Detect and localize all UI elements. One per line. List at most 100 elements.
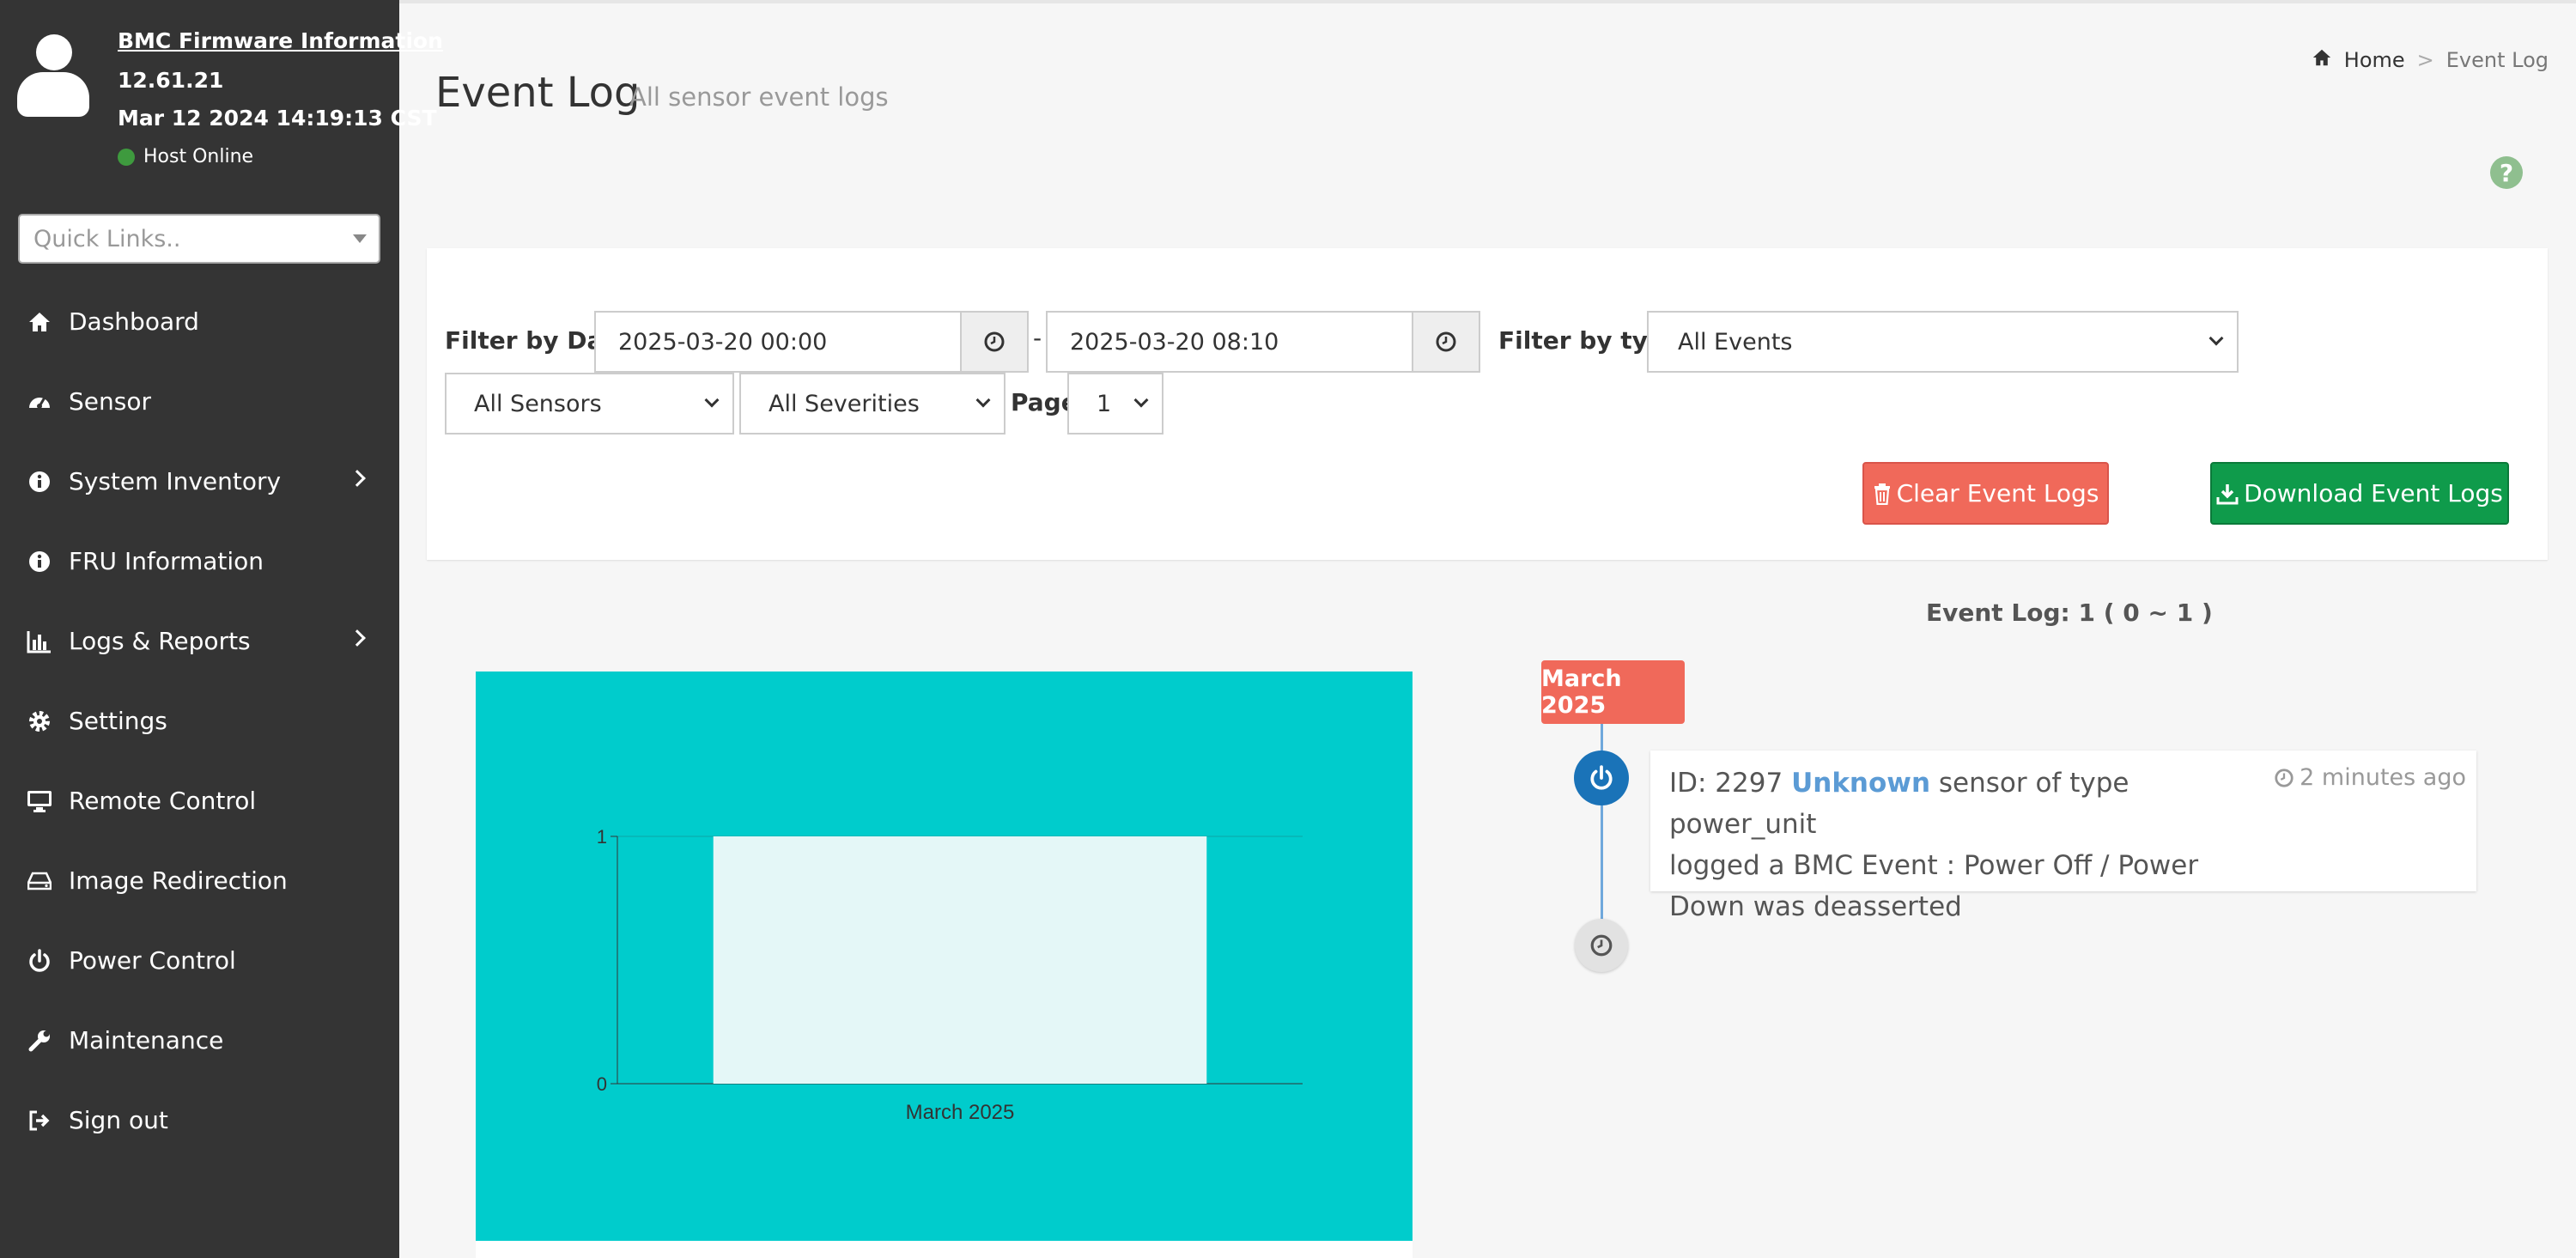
chevron-right-icon <box>349 629 366 647</box>
event-chart-svg: 0 1 March 2025 <box>597 826 1303 1124</box>
sidebar-item-sign-out[interactable]: Sign out <box>0 1080 399 1160</box>
page-value: 1 <box>1097 390 1112 417</box>
sidebar-nav: Dashboard Sensor System Inventory FRU In… <box>0 282 399 1160</box>
severity-value: All Severities <box>769 390 920 417</box>
event-message: ID: 2297 Unknown sensor of type power_un… <box>1669 763 2270 927</box>
event-time: 2 minutes ago <box>2274 764 2466 791</box>
download-event-logs-button[interactable]: Download Event Logs <box>2210 462 2509 525</box>
sidebar-item-maintenance[interactable]: Maintenance <box>0 1000 399 1080</box>
sidebar-item-label: Dashboard <box>69 307 199 336</box>
sidebar-item-settings[interactable]: Settings <box>0 681 399 761</box>
gear-icon <box>26 708 53 735</box>
power-icon <box>1574 751 1629 805</box>
home-icon <box>2312 48 2332 72</box>
event-description: logged a BMC Event : Power Off / Power D… <box>1669 850 2199 922</box>
firmware-info-link[interactable]: BMC Firmware Information <box>118 28 443 53</box>
firmware-date: Mar 12 2024 14:19:13 CST <box>118 106 437 131</box>
y-tick-label: 0 <box>597 1073 607 1095</box>
sidebar-item-label: System Inventory <box>69 467 282 495</box>
clock-icon <box>984 331 1005 352</box>
date-range-separator: - <box>1033 324 1042 352</box>
breadcrumb-separator: > <box>2416 48 2434 72</box>
sidebar-item-dashboard[interactable]: Dashboard <box>0 282 399 362</box>
quick-links-placeholder: Quick Links.. <box>33 226 181 252</box>
event-type-value: All Events <box>1678 328 1793 356</box>
info-icon <box>26 468 53 495</box>
host-status: Host Online <box>118 146 253 167</box>
bar-chart-icon <box>26 628 53 655</box>
sidebar-item-label: Logs & Reports <box>69 627 251 655</box>
power-icon <box>26 947 53 975</box>
bar[interactable] <box>713 836 1207 1084</box>
timeline-event-card: ID: 2297 Unknown sensor of type power_un… <box>1650 751 2476 922</box>
user-panel: BMC Firmware Information 12.61.21 Mar 12… <box>0 0 443 198</box>
clock-icon <box>2275 768 2293 787</box>
sidebar-item-label: Image Redirection <box>69 866 288 895</box>
breadcrumb-current: Event Log <box>2445 48 2549 72</box>
date-from-input[interactable]: 2025-03-20 00:00 <box>594 311 962 373</box>
sidebar-item-fru-information[interactable]: FRU Information <box>0 521 399 601</box>
clear-event-logs-button[interactable]: Clear Event Logs <box>1862 462 2109 525</box>
sidebar-item-label: FRU Information <box>69 547 264 575</box>
event-time-ago: 2 minutes ago <box>2300 764 2466 791</box>
date-from-picker-button[interactable] <box>960 311 1029 373</box>
severity-select[interactable]: All Severities <box>739 373 1005 435</box>
sidebar-item-label: Sign out <box>69 1106 168 1134</box>
timeline-month-label: March 2025 <box>1541 660 1685 724</box>
date-to-picker-button[interactable] <box>1412 311 1480 373</box>
breadcrumb: Home > Event Log <box>2312 48 2549 72</box>
event-id: ID: 2297 <box>1669 768 1783 799</box>
y-tick-label: 1 <box>597 826 607 848</box>
clock-icon <box>1575 919 1628 972</box>
sensor-value: All Sensors <box>474 390 602 417</box>
chevron-down-icon <box>2208 331 2224 346</box>
sidebar-item-label: Maintenance <box>69 1026 224 1054</box>
gauge-icon <box>26 388 53 416</box>
quick-links-select[interactable]: Quick Links.. <box>18 214 380 264</box>
event-sensor-link[interactable]: Unknown <box>1791 768 1930 799</box>
sidebar-item-image-redirection[interactable]: Image Redirection <box>0 841 399 921</box>
breadcrumb-home-link[interactable]: Home <box>2344 48 2405 72</box>
page-subtitle: All sensor event logs <box>629 82 889 112</box>
caret-down-icon <box>353 234 367 243</box>
clock-icon <box>1436 331 1456 352</box>
sidebar-item-label: Settings <box>69 707 167 735</box>
chevron-down-icon <box>975 392 991 408</box>
sidebar-item-label: Remote Control <box>69 787 257 815</box>
help-icon[interactable]: ? <box>2490 156 2523 189</box>
sidebar-item-system-inventory[interactable]: System Inventory <box>0 441 399 521</box>
sidebar-item-label: Power Control <box>69 946 236 975</box>
firmware-version: 12.61.21 <box>118 68 224 93</box>
sidebar-item-power-control[interactable]: Power Control <box>0 921 399 1000</box>
sidebar-item-label: Sensor <box>69 387 151 416</box>
event-chart: 0 1 March 2025 <box>476 672 1413 1241</box>
user-avatar-icon <box>17 34 89 117</box>
x-tick-label: March 2025 <box>906 1101 1015 1124</box>
page-select[interactable]: 1 <box>1067 373 1163 435</box>
monitor-icon <box>26 787 53 815</box>
chevron-right-icon <box>349 470 366 487</box>
sidebar-item-logs-reports[interactable]: Logs & Reports <box>0 601 399 681</box>
date-to-input[interactable]: 2025-03-20 08:10 <box>1046 311 1413 373</box>
event-type-select[interactable]: All Events <box>1647 311 2239 373</box>
chevron-down-icon <box>1133 392 1149 408</box>
clear-event-logs-label: Clear Event Logs <box>1896 479 2099 507</box>
chart-footer <box>476 1241 1413 1258</box>
sidebar: BMC Firmware Information 12.61.21 Mar 12… <box>0 0 443 1258</box>
home-icon <box>26 308 53 336</box>
chart-bars <box>713 836 1207 1084</box>
sidebar-item-remote-control[interactable]: Remote Control <box>0 761 399 841</box>
status-dot-icon <box>118 148 135 166</box>
info-icon <box>26 548 53 575</box>
sign-out-icon <box>26 1107 53 1134</box>
sensor-select[interactable]: All Sensors <box>445 373 734 435</box>
top-border <box>399 0 2576 3</box>
drive-icon <box>26 867 53 895</box>
wrench-icon <box>26 1027 53 1054</box>
page-title: Event Log <box>435 69 641 117</box>
sidebar-item-sensor[interactable]: Sensor <box>0 362 399 441</box>
download-icon <box>2216 483 2239 504</box>
chevron-down-icon <box>704 392 720 408</box>
trash-icon <box>1874 483 1890 505</box>
event-log-summary: Event Log: 1 ( 0 ~ 1 ) <box>1926 599 2213 627</box>
